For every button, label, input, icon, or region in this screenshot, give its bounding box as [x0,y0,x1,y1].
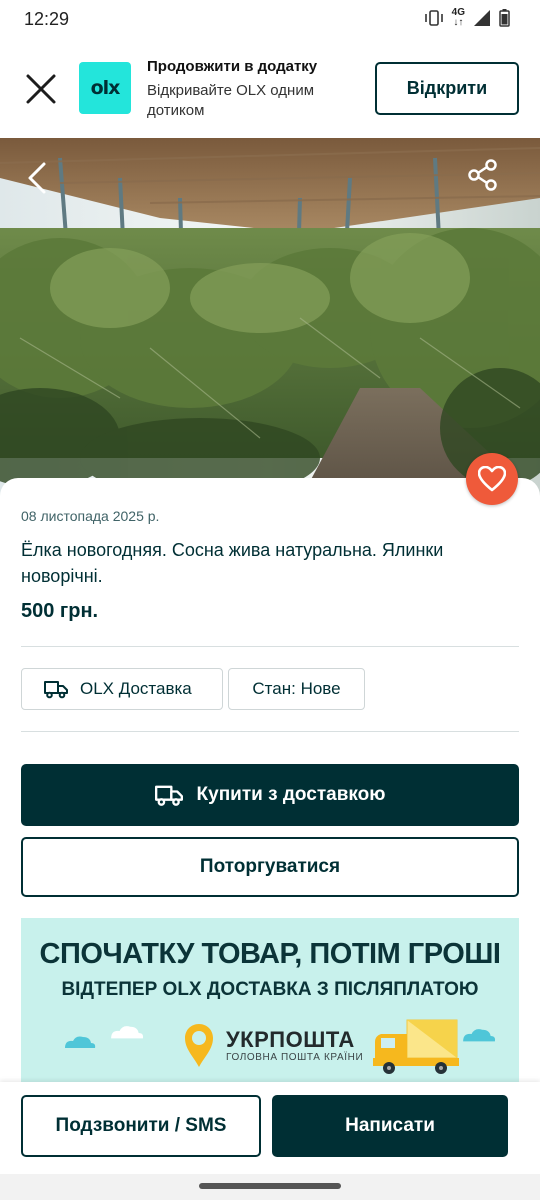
call-sms-button[interactable]: Подзвонити / SMS [21,1095,261,1157]
divider [21,646,519,647]
banner-title: Продовжити в додатку [147,58,318,75]
back-arrow-icon[interactable] [22,160,52,196]
buy-with-delivery-button[interactable]: Купити з доставкою [21,764,519,826]
banner-subtitle: Відкривайте OLX одним дотиком [147,82,315,119]
share-icon[interactable] [466,158,500,192]
condition-chip-label: Стан: Нове [252,679,341,698]
listing-title: Ёлка новогодняя. Сосна жива натуральна. … [21,540,444,586]
cloud-icon [65,1036,96,1048]
delivery-chip: OLX Доставка [21,668,223,710]
promo-subheadline: ВІДТЕПЕР OLX ДОСТАВКА З ПІСЛЯПЛАТОЮ [61,979,479,1000]
divider [21,731,519,732]
ukrposhta-logo-text: УКРПОШТА [226,1027,355,1052]
open-app-button[interactable]: Відкрити [375,62,519,115]
listing-photo[interactable] [0,138,540,500]
condition-chip: Стан: Нове [228,668,365,710]
data-arrows-icon: ↓↑ [453,17,464,28]
olx-app-logo: olx [79,62,131,114]
system-navigation-bar [0,1174,540,1200]
heart-icon [478,466,506,492]
status-icons: 4G ↓↑ [424,8,510,28]
favorite-button[interactable] [466,453,518,505]
truck-icon [154,785,183,806]
delivery-truck-illustration [373,1019,459,1074]
listing-date: 08 листопада 2025 р. [21,508,160,524]
truck-icon [44,681,68,699]
close-icon[interactable] [24,72,58,106]
vibrate-icon [424,10,443,26]
haggle-button[interactable]: Поторгуватися [21,837,519,897]
listing-price: 500 грн. [21,600,99,622]
delivery-chip-label: OLX Доставка [80,679,192,698]
bottom-action-bar: Подзвонити / SMS Написати [0,1082,540,1174]
network-indicator: 4G ↓↑ [452,8,465,28]
write-message-button[interactable]: Написати [272,1095,508,1157]
promo-headline: СПОЧАТКУ ТОВАР, ПОТІМ ГРОШІ [39,938,501,970]
status-bar: 12:29 4G ↓↑ [0,0,540,40]
promo-banner[interactable]: СПОЧАТКУ ТОВАР, ПОТІМ ГРОШІ ВІДТЕПЕР OLX… [21,918,519,1084]
status-time: 12:29 [24,9,70,29]
home-indicator[interactable] [199,1183,341,1189]
app-install-banner: olx Продовжити в додатку Відкривайте OLX… [0,40,540,138]
ukrposhta-tagline: ГОЛОВНА ПОШТА КРАЇНИ [226,1052,364,1063]
olx-logo-text: olx [90,77,121,99]
buy-button-label: Купити з доставкою [196,784,386,805]
signal-icon [474,10,490,26]
cloud-icon [111,1026,144,1039]
location-pin-icon [185,1024,213,1067]
cloud-icon [463,1029,496,1042]
battery-icon [499,9,510,27]
